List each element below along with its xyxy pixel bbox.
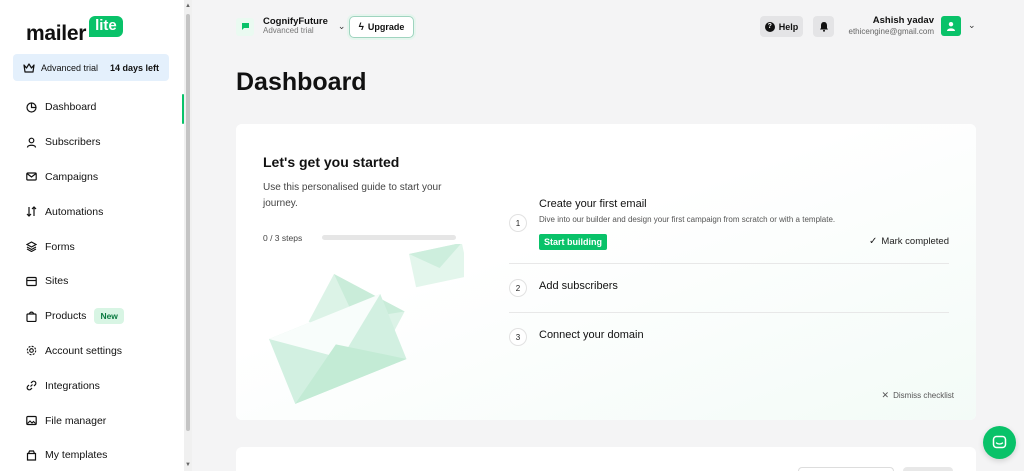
user-name: Ashish yadav xyxy=(872,15,934,26)
sidebar-item-account-settings[interactable]: Account settings xyxy=(0,334,184,369)
help-label: Help xyxy=(778,21,799,32)
mail-icon xyxy=(26,171,37,182)
logo[interactable]: mailer lite xyxy=(26,16,123,46)
sidebar-item-label: Forms xyxy=(45,240,75,253)
sidebar-item-label: Subscribers xyxy=(45,136,101,149)
sidebar-item-integrations[interactable]: Integrations xyxy=(0,368,184,403)
browser-icon xyxy=(26,276,37,287)
upgrade-button[interactable]: ϟ Upgrade xyxy=(349,16,414,38)
sidebar-item-label: File manager xyxy=(45,414,107,427)
sidebar-item-sites[interactable]: Sites xyxy=(0,264,184,299)
chat-button[interactable] xyxy=(983,426,1016,459)
notifications-button[interactable] xyxy=(813,16,834,37)
step-number: 3 xyxy=(509,328,527,346)
question-icon: ? xyxy=(764,21,775,32)
getting-started-card: Let's get you started Use this personali… xyxy=(236,124,976,420)
step-number: 2 xyxy=(509,279,527,297)
sidebar-item-label: Products xyxy=(45,310,87,323)
sidebar-nav: Dashboard Subscribers Campaigns Automati… xyxy=(0,90,184,471)
check-icon: ✓ xyxy=(869,236,878,247)
gear-icon xyxy=(26,345,37,356)
logo-text: mailer xyxy=(26,22,87,45)
step-connect-domain[interactable]: 3 Connect your domain xyxy=(509,323,949,353)
mark-completed-button[interactable]: ✓ Mark completed xyxy=(869,236,949,247)
mark-completed-label: Mark completed xyxy=(881,236,949,247)
user-info[interactable]: Ashish yadav ethicengine@gmail.com xyxy=(844,15,935,36)
guide-title: Let's get you started xyxy=(263,154,400,170)
step-create-email: 1 Create your first email Dive into our … xyxy=(509,194,949,264)
start-building-button[interactable]: Start building xyxy=(539,234,607,250)
sidebar-scrollbar-thumb[interactable] xyxy=(186,14,190,431)
chat-icon xyxy=(992,435,1007,449)
dismiss-label: Dismiss checklist xyxy=(893,391,954,400)
link-icon xyxy=(26,380,37,391)
image-icon xyxy=(26,415,37,426)
sidebar-item-campaigns[interactable]: Campaigns xyxy=(0,160,184,195)
sidebar-item-label: Integrations xyxy=(45,379,100,392)
upgrade-label: Upgrade xyxy=(367,22,405,32)
sidebar-item-label: Sites xyxy=(45,275,69,288)
help-button[interactable]: ? Help xyxy=(760,16,803,37)
step-divider xyxy=(509,312,949,313)
step-title: Connect your domain xyxy=(539,329,644,341)
account-flag-icon xyxy=(236,17,254,36)
step-subtitle: Dive into our builder and design your fi… xyxy=(539,215,836,224)
sidebar-item-my-templates[interactable]: My templates xyxy=(0,438,184,471)
guide-description: Use this personalised guide to start you… xyxy=(263,182,442,209)
user-avatar-icon xyxy=(947,22,955,31)
page-title: Dashboard xyxy=(236,68,367,96)
step-title: Add subscribers xyxy=(539,280,618,292)
card-control[interactable] xyxy=(798,467,894,471)
sidebar-item-automations[interactable]: Automations xyxy=(0,194,184,229)
bag-icon xyxy=(26,311,37,322)
trial-banner[interactable]: Advanced trial 14 days left xyxy=(13,54,169,81)
card-button[interactable] xyxy=(903,467,953,471)
account-plan: Advanced trial xyxy=(263,26,314,36)
logo-badge: lite xyxy=(89,16,123,37)
step-add-subscribers[interactable]: 2 Add subscribers xyxy=(509,274,949,304)
sidebar-item-label: Dashboard xyxy=(45,101,97,114)
dismiss-checklist-button[interactable]: ✕ Dismiss checklist xyxy=(882,390,954,401)
sidebar-item-forms[interactable]: Forms xyxy=(0,229,184,264)
steps-progress-bar xyxy=(322,235,456,240)
next-card xyxy=(236,447,976,471)
sidebar-item-label: Campaigns xyxy=(45,170,99,183)
step-title[interactable]: Create your first email xyxy=(539,198,647,210)
sidebar: mailer lite Advanced trial 14 days left … xyxy=(0,0,192,471)
new-badge: New xyxy=(94,308,124,325)
scroll-down-arrow-icon[interactable]: ▼ xyxy=(184,461,192,469)
template-icon xyxy=(26,450,37,461)
crown-icon xyxy=(23,62,35,73)
step-divider xyxy=(509,263,949,264)
account-switcher[interactable]: CognifyFuture Advanced trial ⌄ xyxy=(236,16,346,36)
envelopes-illustration xyxy=(269,244,464,404)
close-icon: ✕ xyxy=(881,390,890,400)
avatar[interactable] xyxy=(941,16,961,36)
step-number: 1 xyxy=(509,214,527,232)
app-root: mailer lite Advanced trial 14 days left … xyxy=(0,0,1024,471)
sidebar-item-label: Automations xyxy=(45,205,104,218)
sidebar-item-file-manager[interactable]: File manager xyxy=(0,403,184,438)
sidebar-item-subscribers[interactable]: Subscribers xyxy=(0,125,184,160)
chevron-down-icon: ⌄ xyxy=(337,21,346,32)
sidebar-item-label: Account settings xyxy=(45,344,123,357)
automation-icon xyxy=(26,206,37,218)
bell-icon xyxy=(819,22,828,32)
bolt-icon: ϟ xyxy=(358,21,364,33)
user-icon xyxy=(26,137,37,148)
trial-days-left: 14 days left xyxy=(109,62,159,73)
trial-label: Advanced trial xyxy=(41,62,99,73)
sidebar-item-label: My templates xyxy=(45,449,108,462)
user-email: ethicengine@gmail.com xyxy=(848,26,935,36)
sidebar-item-products[interactable]: Products New xyxy=(0,299,184,334)
scroll-up-arrow-icon[interactable]: ▲ xyxy=(184,2,192,10)
dashboard-icon xyxy=(26,102,37,113)
layers-icon xyxy=(26,241,37,253)
steps-count: 0 / 3 steps xyxy=(263,233,303,243)
sidebar-item-dashboard[interactable]: Dashboard xyxy=(0,90,184,125)
chevron-down-icon[interactable]: ⌄ xyxy=(968,20,976,31)
account-info: CognifyFuture Advanced trial xyxy=(263,16,328,36)
